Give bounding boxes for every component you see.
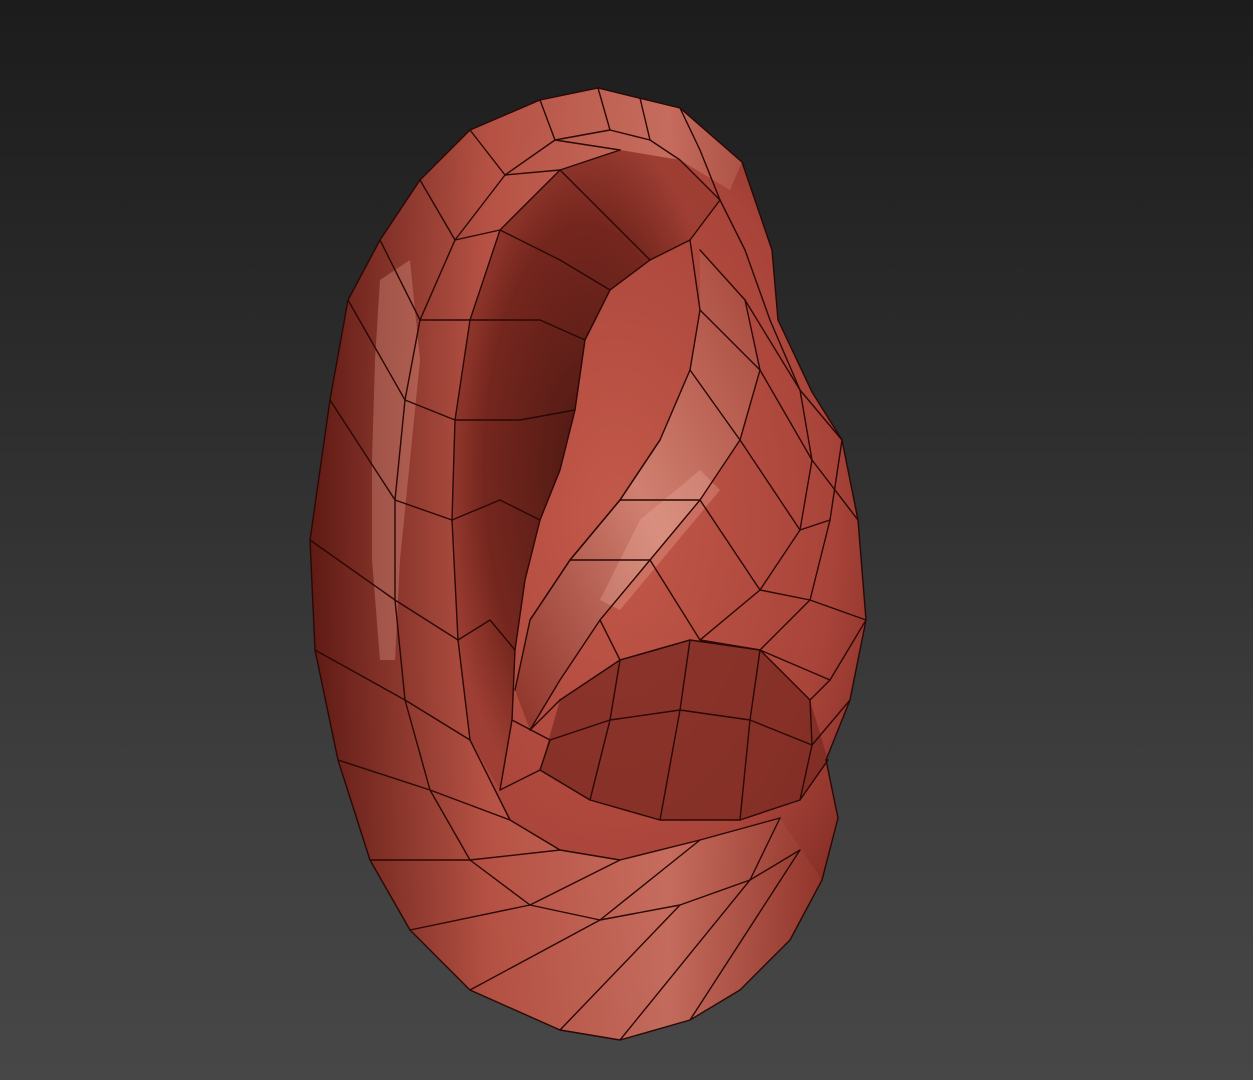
ear-model [309,87,867,1041]
3d-viewport[interactable] [0,0,1253,1080]
